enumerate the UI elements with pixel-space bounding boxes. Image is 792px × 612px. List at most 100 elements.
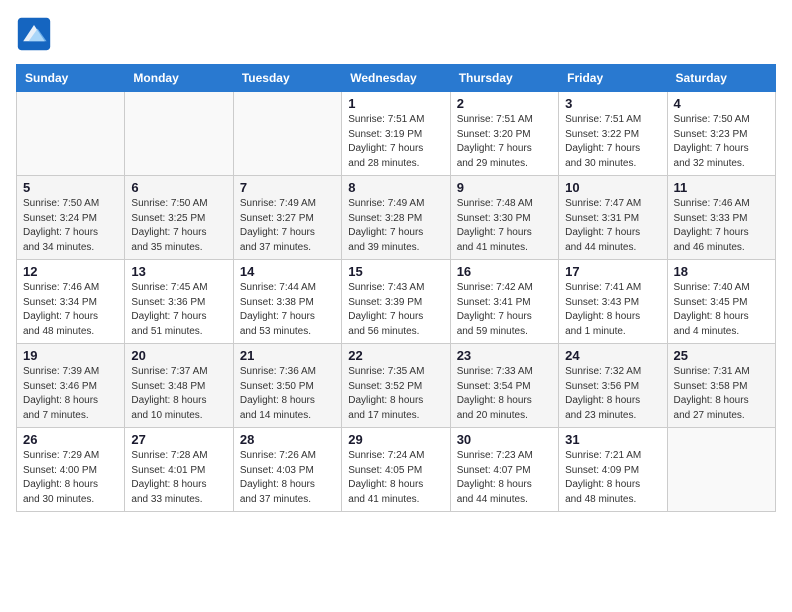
day-info-text: Sunrise: 7:51 AM (348, 113, 443, 128)
day-info-text: Daylight: 7 hours (348, 310, 443, 325)
calendar-day-cell: 9Sunrise: 7:48 AMSunset: 3:30 PMDaylight… (450, 176, 558, 260)
calendar-day-cell: 19Sunrise: 7:39 AMSunset: 3:46 PMDayligh… (17, 344, 125, 428)
day-info-text: Sunrise: 7:40 AM (674, 281, 769, 296)
day-number: 27 (131, 432, 226, 447)
calendar-day-cell (233, 92, 341, 176)
day-number: 13 (131, 264, 226, 279)
day-number: 26 (23, 432, 118, 447)
day-info-text: and 44 minutes. (457, 493, 552, 508)
day-info-text: and 23 minutes. (565, 409, 660, 424)
day-info-text: and 51 minutes. (131, 325, 226, 340)
day-number: 25 (674, 348, 769, 363)
day-info-text: Sunrise: 7:47 AM (565, 197, 660, 212)
day-number: 16 (457, 264, 552, 279)
day-info-text: Sunset: 3:24 PM (23, 212, 118, 227)
day-info-text: Daylight: 8 hours (131, 394, 226, 409)
day-info-text: Sunset: 3:20 PM (457, 128, 552, 143)
day-number: 23 (457, 348, 552, 363)
calendar-week-row: 12Sunrise: 7:46 AMSunset: 3:34 PMDayligh… (17, 260, 776, 344)
day-info-text: Sunrise: 7:37 AM (131, 365, 226, 380)
day-info-text: Sunrise: 7:50 AM (131, 197, 226, 212)
day-info-text: Sunset: 3:50 PM (240, 380, 335, 395)
day-info-text: Sunrise: 7:50 AM (23, 197, 118, 212)
day-info-text: Sunrise: 7:43 AM (348, 281, 443, 296)
day-info-text: and 30 minutes. (23, 493, 118, 508)
calendar-day-cell: 18Sunrise: 7:40 AMSunset: 3:45 PMDayligh… (667, 260, 775, 344)
day-number: 29 (348, 432, 443, 447)
day-info-text: and 48 minutes. (565, 493, 660, 508)
day-info-text: Sunset: 3:54 PM (457, 380, 552, 395)
day-of-week-header: Thursday (450, 65, 558, 92)
day-info-text: Sunrise: 7:33 AM (457, 365, 552, 380)
calendar-day-cell: 22Sunrise: 7:35 AMSunset: 3:52 PMDayligh… (342, 344, 450, 428)
day-info-text: Sunrise: 7:28 AM (131, 449, 226, 464)
day-of-week-header: Sunday (17, 65, 125, 92)
day-info-text: Sunset: 3:23 PM (674, 128, 769, 143)
day-number: 2 (457, 96, 552, 111)
calendar-week-row: 26Sunrise: 7:29 AMSunset: 4:00 PMDayligh… (17, 428, 776, 512)
day-info-text: Sunrise: 7:26 AM (240, 449, 335, 464)
day-info-text: Sunset: 3:38 PM (240, 296, 335, 311)
day-info-text: and 44 minutes. (565, 241, 660, 256)
day-number: 24 (565, 348, 660, 363)
calendar-day-cell (667, 428, 775, 512)
day-info-text: and 53 minutes. (240, 325, 335, 340)
calendar-day-cell: 31Sunrise: 7:21 AMSunset: 4:09 PMDayligh… (559, 428, 667, 512)
day-info-text: Daylight: 7 hours (240, 226, 335, 241)
day-number: 30 (457, 432, 552, 447)
calendar-table: SundayMondayTuesdayWednesdayThursdayFrid… (16, 64, 776, 512)
day-info-text: Daylight: 8 hours (674, 394, 769, 409)
day-info-text: Sunset: 3:52 PM (348, 380, 443, 395)
day-info-text: Daylight: 8 hours (565, 478, 660, 493)
day-info-text: Sunrise: 7:35 AM (348, 365, 443, 380)
day-info-text: and 30 minutes. (565, 157, 660, 172)
day-number: 8 (348, 180, 443, 195)
day-info-text: and 14 minutes. (240, 409, 335, 424)
logo-icon (16, 16, 52, 52)
day-info-text: Sunrise: 7:42 AM (457, 281, 552, 296)
day-info-text: Sunrise: 7:49 AM (348, 197, 443, 212)
day-info-text: and 59 minutes. (457, 325, 552, 340)
calendar-day-cell: 4Sunrise: 7:50 AMSunset: 3:23 PMDaylight… (667, 92, 775, 176)
day-info-text: Sunset: 3:48 PM (131, 380, 226, 395)
day-info-text: and 37 minutes. (240, 241, 335, 256)
day-info-text: Sunrise: 7:46 AM (23, 281, 118, 296)
day-info-text: Sunset: 4:01 PM (131, 464, 226, 479)
day-info-text: Sunset: 3:30 PM (457, 212, 552, 227)
day-info-text: Sunset: 3:25 PM (131, 212, 226, 227)
day-info-text: Daylight: 8 hours (565, 310, 660, 325)
day-info-text: Sunset: 4:00 PM (23, 464, 118, 479)
day-info-text: Sunrise: 7:49 AM (240, 197, 335, 212)
day-info-text: and 56 minutes. (348, 325, 443, 340)
day-info-text: and 1 minute. (565, 325, 660, 340)
day-number: 14 (240, 264, 335, 279)
day-number: 4 (674, 96, 769, 111)
day-info-text: and 7 minutes. (23, 409, 118, 424)
day-info-text: Daylight: 8 hours (23, 478, 118, 493)
day-info-text: Daylight: 7 hours (240, 310, 335, 325)
day-info-text: and 29 minutes. (457, 157, 552, 172)
day-info-text: Sunrise: 7:21 AM (565, 449, 660, 464)
day-info-text: Sunrise: 7:39 AM (23, 365, 118, 380)
day-number: 22 (348, 348, 443, 363)
day-info-text: Sunset: 3:43 PM (565, 296, 660, 311)
day-number: 20 (131, 348, 226, 363)
day-info-text: Sunrise: 7:29 AM (23, 449, 118, 464)
day-info-text: Sunrise: 7:24 AM (348, 449, 443, 464)
page-header (16, 16, 776, 52)
calendar-day-cell (125, 92, 233, 176)
day-info-text: and 37 minutes. (240, 493, 335, 508)
day-info-text: Sunset: 4:03 PM (240, 464, 335, 479)
day-info-text: Daylight: 7 hours (131, 310, 226, 325)
day-info-text: Daylight: 7 hours (674, 226, 769, 241)
day-number: 5 (23, 180, 118, 195)
calendar-day-cell: 12Sunrise: 7:46 AMSunset: 3:34 PMDayligh… (17, 260, 125, 344)
day-info-text: and 28 minutes. (348, 157, 443, 172)
day-info-text: Daylight: 7 hours (131, 226, 226, 241)
day-info-text: Daylight: 7 hours (23, 226, 118, 241)
day-info-text: Sunrise: 7:50 AM (674, 113, 769, 128)
day-info-text: and 41 minutes. (457, 241, 552, 256)
day-info-text: Sunrise: 7:48 AM (457, 197, 552, 212)
day-info-text: Sunset: 3:27 PM (240, 212, 335, 227)
logo (16, 16, 56, 52)
